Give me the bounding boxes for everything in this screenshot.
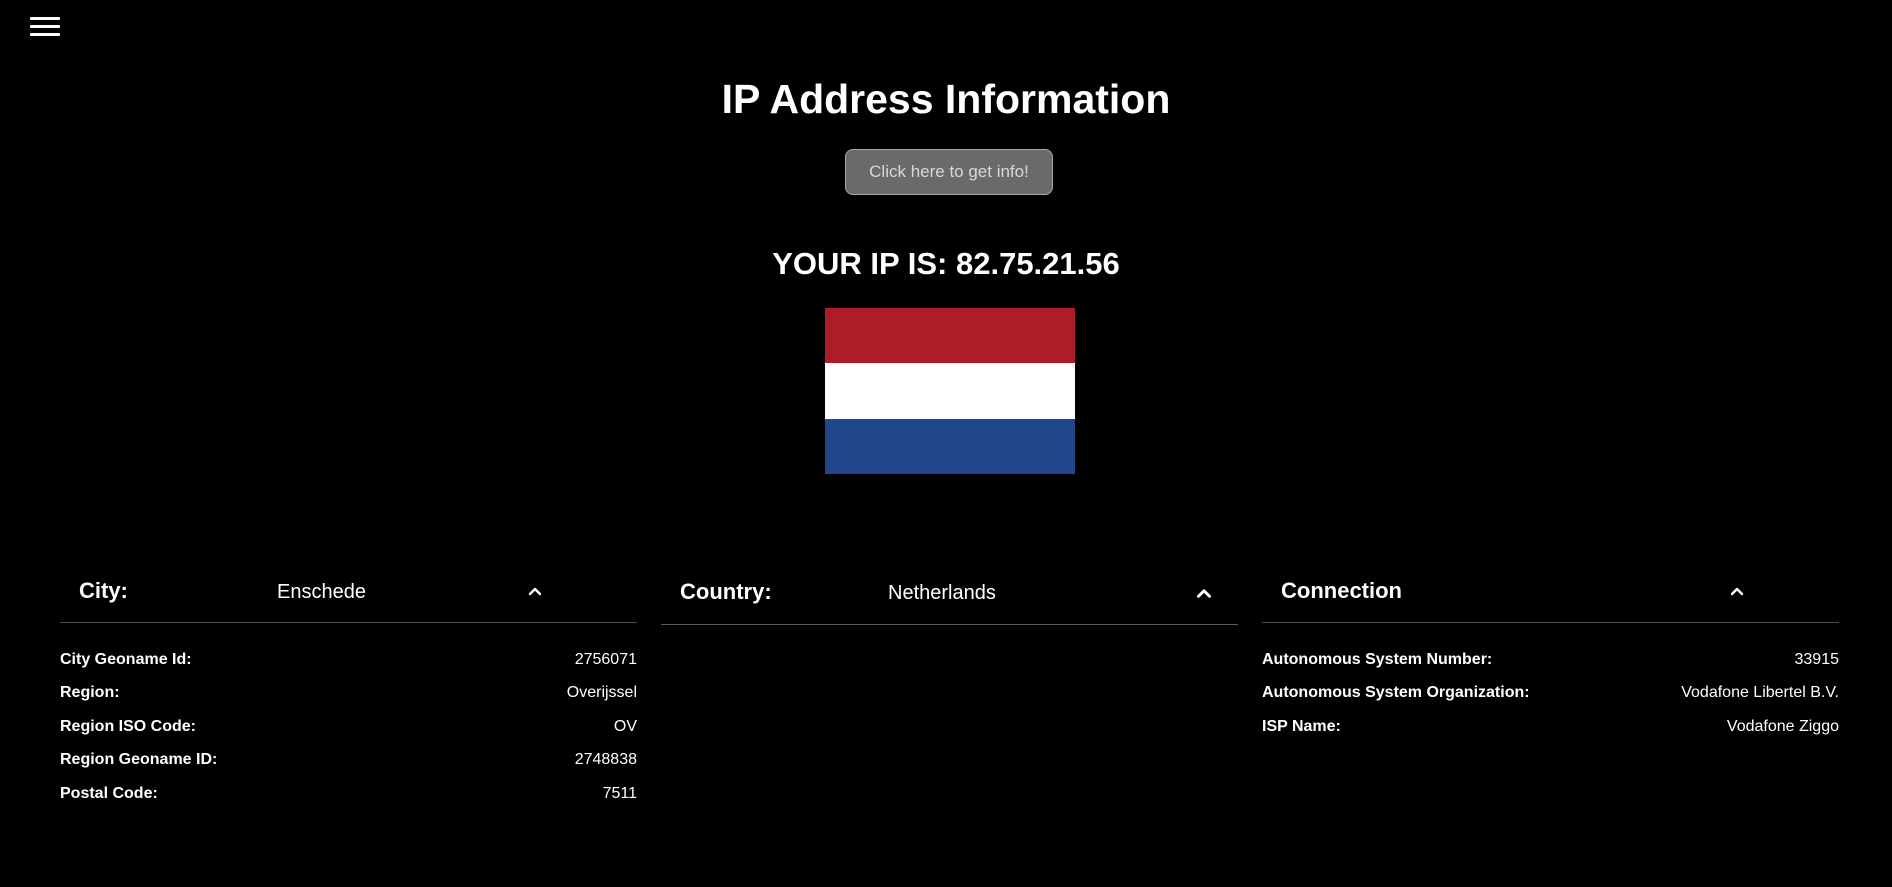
detail-key: Region:	[60, 684, 120, 702]
detail-row: City Geoname Id: 2756071	[60, 643, 637, 677]
detail-key: Region Geoname ID:	[60, 751, 218, 769]
detail-key: Postal Code:	[60, 784, 158, 802]
country-flag-image	[825, 308, 1075, 475]
chevron-up-icon[interactable]	[1728, 582, 1746, 600]
detail-key: Autonomous System Number:	[1262, 650, 1493, 668]
detail-value: 33915	[1794, 650, 1840, 668]
detail-row: Postal Code: 7511	[60, 777, 637, 811]
detail-value: Vodafone Ziggo	[1726, 717, 1839, 735]
page-title: IP Address Information	[721, 76, 1171, 122]
chevron-up-icon[interactable]	[1194, 583, 1214, 603]
detail-key: Autonomous System Organization:	[1262, 684, 1530, 702]
chevron-up-icon[interactable]	[526, 582, 544, 600]
detail-row: Autonomous System Organization: Vodafone…	[1262, 677, 1839, 711]
detail-value: 2748838	[574, 751, 637, 769]
country-panel-header[interactable]: Country: Netherlands	[661, 560, 1238, 625]
detail-value: Overijssel	[566, 684, 637, 702]
connection-details: Autonomous System Number: 33915 Autonomo…	[1262, 623, 1839, 744]
detail-value: 7511	[602, 784, 637, 802]
detail-row: Region Geoname ID: 2748838	[60, 744, 637, 778]
flag-stripe-red	[825, 308, 1075, 364]
detail-key: ISP Name:	[1262, 717, 1341, 735]
connection-panel: Connection Autonomous System Number: 339…	[1262, 560, 1839, 744]
detail-value: Vodafone Libertel B.V.	[1681, 684, 1839, 702]
hamburger-menu-icon[interactable]	[28, 14, 62, 40]
city-details: City Geoname Id: 2756071 Region: Overijs…	[60, 623, 637, 811]
city-panel-header[interactable]: City: Enschede	[60, 560, 637, 623]
detail-key: City Geoname Id:	[60, 650, 192, 668]
country-label: Country:	[680, 579, 772, 604]
ip-address-text: YOUR IP IS: 82.75.21.56	[772, 246, 1120, 281]
flag-stripe-white	[825, 363, 1075, 419]
detail-row: ISP Name: Vodafone Ziggo	[1262, 710, 1839, 744]
city-value: Enschede	[277, 581, 366, 603]
detail-value: OV	[613, 717, 637, 735]
detail-row: Autonomous System Number: 33915	[1262, 643, 1839, 677]
country-panel: Country: Netherlands	[661, 560, 1238, 625]
city-label: City:	[79, 578, 128, 603]
flag-stripe-blue	[825, 418, 1075, 475]
detail-value: 2756071	[574, 650, 637, 668]
country-value: Netherlands	[888, 582, 996, 604]
city-panel: City: Enschede City Geoname Id: 2756071 …	[60, 560, 637, 811]
connection-panel-header[interactable]: Connection	[1262, 560, 1839, 623]
detail-row: Region: Overijssel	[60, 677, 637, 711]
get-info-button[interactable]: Click here to get info!	[845, 149, 1053, 195]
detail-key: Region ISO Code:	[60, 717, 196, 735]
connection-label: Connection	[1281, 578, 1402, 603]
detail-row: Region ISO Code: OV	[60, 710, 637, 744]
